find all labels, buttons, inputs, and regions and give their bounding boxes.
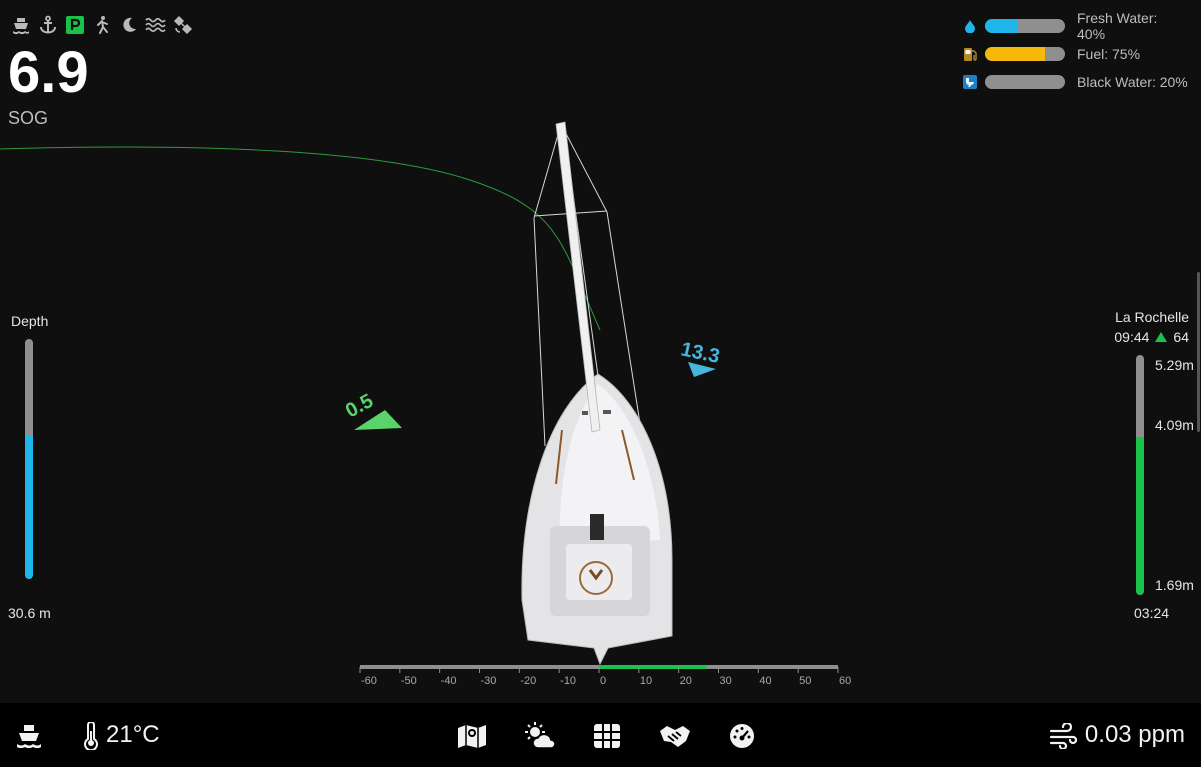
apparent-wind-indicator: 0.5 xyxy=(342,390,402,430)
scale-tick-label: -40 xyxy=(441,675,457,687)
true-wind-indicator: 13.3 xyxy=(679,338,722,377)
handshake-icon xyxy=(660,726,690,747)
depth-value: 30.6 m xyxy=(8,605,51,621)
map-button[interactable] xyxy=(455,719,489,753)
side-scroll-handle[interactable] xyxy=(1197,272,1200,432)
scale-tick-label: 30 xyxy=(720,675,732,687)
tide-high-value: 5.29m xyxy=(1155,357,1194,373)
scale-tick-label: -10 xyxy=(560,675,576,687)
tide-coefficient: 64 xyxy=(1173,329,1189,345)
scale-tick-label: -50 xyxy=(401,675,417,687)
scale-tick-label: 50 xyxy=(799,675,811,687)
grid-button[interactable] xyxy=(590,719,624,753)
course-track-line xyxy=(0,146,601,331)
depth-gauge xyxy=(25,339,33,579)
depth-gauge-fill xyxy=(25,435,33,579)
air-quality-value: 0.03 ppm xyxy=(1084,721,1185,748)
tide-gauge-fill xyxy=(1136,436,1144,595)
handshake-button[interactable] xyxy=(658,719,692,753)
triangle-up-icon xyxy=(1155,332,1168,342)
bottom-toolbar: 21°C 0.03 ppm xyxy=(0,703,1201,767)
grid-icon xyxy=(594,724,620,748)
tide-low-value: 1.69m xyxy=(1155,577,1194,593)
tide-current-value: 4.09m xyxy=(1155,417,1194,433)
scale-tick-label: -30 xyxy=(481,675,497,687)
scale-tick-label: 10 xyxy=(640,675,652,687)
scale-tick-label: -20 xyxy=(520,675,536,687)
tide-time: 09:44 xyxy=(1114,329,1150,345)
scale-tick-label: 0 xyxy=(600,675,606,687)
depth-title: Depth xyxy=(11,313,49,329)
gauge-icon xyxy=(730,724,754,748)
tide-port-name: La Rochelle xyxy=(1115,309,1189,325)
boat-scene: 0.5 13.3 xyxy=(0,121,722,666)
thermometer-icon xyxy=(74,719,108,753)
scale-tick-label: 40 xyxy=(759,675,771,687)
tide-gauge xyxy=(1136,355,1144,595)
boat-view-button[interactable] xyxy=(12,719,46,753)
scale-tick-label: 60 xyxy=(839,675,851,687)
mast xyxy=(555,121,601,433)
apparent-wind-value: 0.5 xyxy=(342,390,377,422)
tide-info-line: 09:44 64 xyxy=(1114,329,1189,345)
map-icon xyxy=(458,725,486,748)
tide-next-time: 03:24 xyxy=(1134,605,1170,621)
wind-air-icon xyxy=(1046,719,1080,753)
scale-tick-label: -60 xyxy=(361,675,377,687)
true-wind-value: 13.3 xyxy=(679,338,722,368)
scale-tick-label: 20 xyxy=(680,675,692,687)
temperature-value: 21°C xyxy=(106,721,160,748)
boat-icon xyxy=(17,725,41,749)
rudder-angle-scale: -60 -50 -40 -30 -20 -10 0 10 20 30 40 50 60 xyxy=(359,665,851,687)
weather-button[interactable] xyxy=(523,719,557,753)
gauge-button[interactable] xyxy=(725,719,759,753)
weather-icon xyxy=(525,722,556,749)
